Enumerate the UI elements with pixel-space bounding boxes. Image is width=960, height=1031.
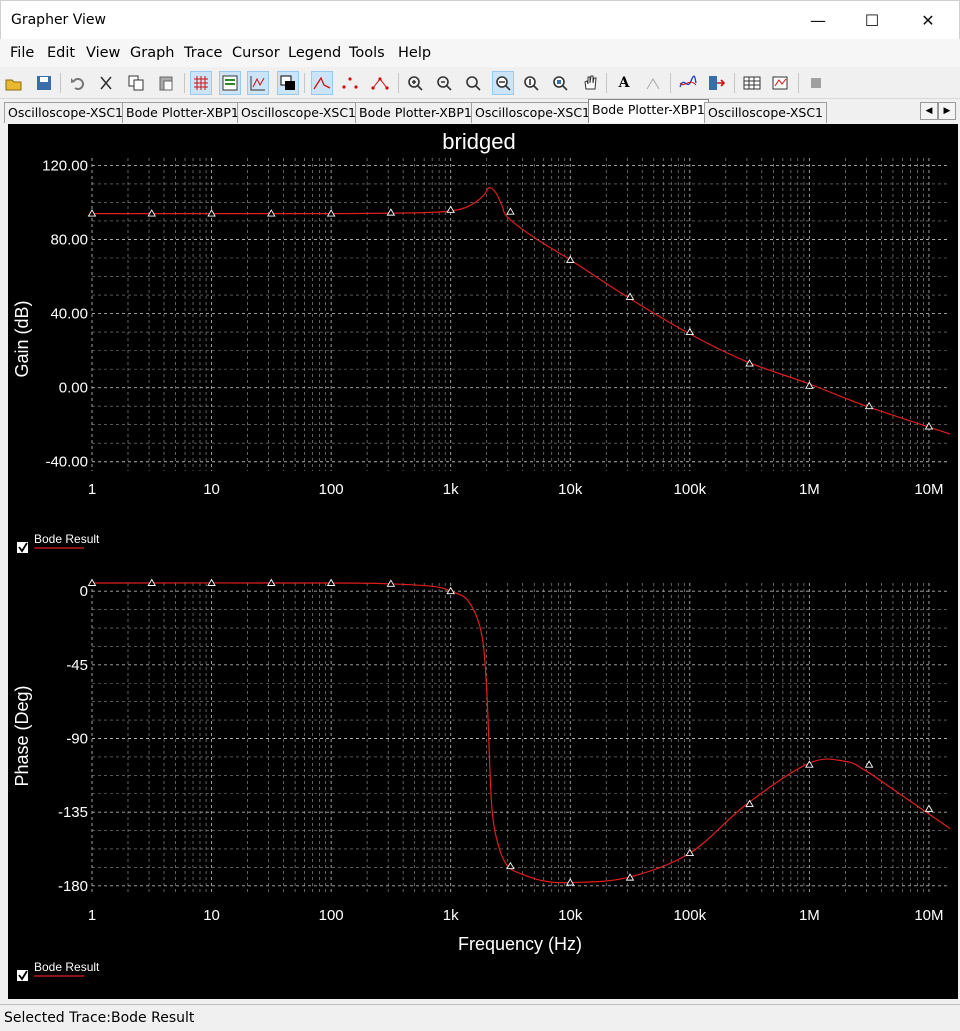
phase-axis-label: Phase (Deg) <box>12 685 32 786</box>
pan-icon[interactable] <box>580 72 600 94</box>
stop-icon[interactable] <box>806 72 826 94</box>
x-tick-label: 10k <box>558 481 583 498</box>
tab-scroll-left-button[interactable]: ◀ <box>920 102 938 120</box>
menu-cursor[interactable]: Cursor <box>232 45 280 61</box>
x-tick-label: 1M <box>799 907 820 924</box>
y-tick-label: -180 <box>58 878 88 895</box>
x-tick-label: 100k <box>674 907 707 924</box>
open-icon[interactable] <box>4 72 24 94</box>
curve-icon[interactable] <box>678 72 698 94</box>
x-tick-label: 1k <box>443 481 459 498</box>
title-bar: Grapher View — ☐ ✕ <box>0 0 960 39</box>
window-title: Grapher View <box>11 12 106 28</box>
menu-help[interactable]: Help <box>398 45 431 61</box>
y-tick-label: 0.00 <box>59 380 88 397</box>
paste-icon[interactable] <box>156 72 176 94</box>
tab-bode-plotter-xbp1[interactable]: Bode Plotter-XBP1 <box>122 102 243 123</box>
overlay-icon[interactable] <box>277 71 299 95</box>
legend-label: Bode Result <box>34 532 100 546</box>
grid-icon[interactable] <box>190 71 212 95</box>
x-tick-label: 100 <box>319 907 344 924</box>
minimize-button[interactable]: — <box>791 1 845 39</box>
zoom-y-icon[interactable] <box>521 72 541 94</box>
menu-legend[interactable]: Legend <box>288 45 341 61</box>
copy-icon[interactable] <box>126 72 146 94</box>
x-tick-label: 1 <box>88 907 96 924</box>
tab-oscilloscope-xsc1[interactable]: Oscilloscope-XSC1 <box>4 102 128 123</box>
x-tick-label: 100k <box>674 481 707 498</box>
status-bar: Selected Trace:Bode Result <box>0 1004 960 1031</box>
maximize-button[interactable]: ☐ <box>845 1 899 39</box>
trace-line-icon[interactable] <box>311 71 333 95</box>
menu-edit[interactable]: Edit <box>47 45 75 61</box>
x-tick-label: 100 <box>319 481 344 498</box>
x-tick-label: 10 <box>203 481 220 498</box>
legend-label: Bode Result <box>34 960 100 974</box>
graph-icon[interactable] <box>247 71 269 95</box>
menu-graph[interactable]: Graph <box>130 45 174 61</box>
tab-bode-plotter-xbp1-active[interactable]: Bode Plotter-XBP1 <box>588 99 709 123</box>
tab-strip: Oscilloscope-XSC1 Bode Plotter-XBP1 Osci… <box>0 99 960 123</box>
x-tick-label: 10M <box>914 907 943 924</box>
y-tick-label: -45 <box>66 657 88 674</box>
legend-icon[interactable] <box>219 71 241 95</box>
y-tick-label: 80.00 <box>50 231 88 248</box>
x-tick-label: 1 <box>88 481 96 498</box>
y-tick-label: 0 <box>80 583 88 600</box>
tab-bode-plotter-xbp1[interactable]: Bode Plotter-XBP1 <box>355 102 476 123</box>
bode-plot[interactable]: bridged 1 10 100 1k 10k 100k 1M 10M120.0080.004… <box>8 124 958 999</box>
tab-oscilloscope-xsc1[interactable]: Oscilloscope-XSC1 <box>704 102 828 123</box>
zoom-fit-icon[interactable] <box>463 72 483 94</box>
y-tick-label: 120.00 <box>42 157 88 174</box>
zoom-area-icon[interactable] <box>550 72 570 94</box>
x-tick-label: 1k <box>443 907 459 924</box>
menu-bar: File Edit View Graph Trace Cursor Legend… <box>0 39 960 67</box>
zoom-out-icon[interactable] <box>434 72 454 94</box>
table-icon[interactable] <box>742 72 762 94</box>
y-tick-label: -90 <box>66 731 88 748</box>
text-icon[interactable]: A <box>614 72 634 94</box>
frequency-axis-label: Frequency (Hz) <box>458 934 582 954</box>
menu-file[interactable]: File <box>10 45 34 61</box>
x-tick-label: 10M <box>914 481 943 498</box>
chart-title: bridged <box>442 129 515 154</box>
gain-axis-label: Gain (dB) <box>12 300 32 377</box>
tab-oscilloscope-xsc1[interactable]: Oscilloscope-XSC1 <box>237 102 361 123</box>
menu-view[interactable]: View <box>86 45 120 61</box>
label-icon[interactable] <box>644 72 664 94</box>
y-tick-label: -135 <box>58 804 88 821</box>
y-tick-label: 40.00 <box>50 306 88 323</box>
save-icon[interactable] <box>34 72 54 94</box>
menu-tools[interactable]: Tools <box>349 45 385 61</box>
tab-scroll-right-button[interactable]: ▶ <box>938 102 956 120</box>
menu-trace[interactable]: Trace <box>184 45 222 61</box>
zoom-x-icon[interactable] <box>492 71 514 95</box>
tab-oscilloscope-xsc1[interactable]: Oscilloscope-XSC1 <box>471 102 595 123</box>
x-tick-label: 10k <box>558 907 583 924</box>
status-text: Selected Trace:Bode Result <box>4 1010 195 1026</box>
trace-dotted-line-icon[interactable] <box>370 72 390 94</box>
trace-dots-icon[interactable] <box>340 72 360 94</box>
export-icon[interactable] <box>707 72 727 94</box>
cut-icon[interactable] <box>96 72 116 94</box>
x-tick-label: 10 <box>203 907 220 924</box>
x-tick-label: 1M <box>799 481 820 498</box>
graph-export-icon[interactable] <box>771 72 791 94</box>
toolbar: A <box>0 68 960 99</box>
plot-background <box>8 124 958 999</box>
zoom-in-icon[interactable] <box>405 72 425 94</box>
close-button[interactable]: ✕ <box>901 1 955 39</box>
undo-icon[interactable] <box>68 72 88 94</box>
y-tick-label: -40.00 <box>45 454 88 471</box>
